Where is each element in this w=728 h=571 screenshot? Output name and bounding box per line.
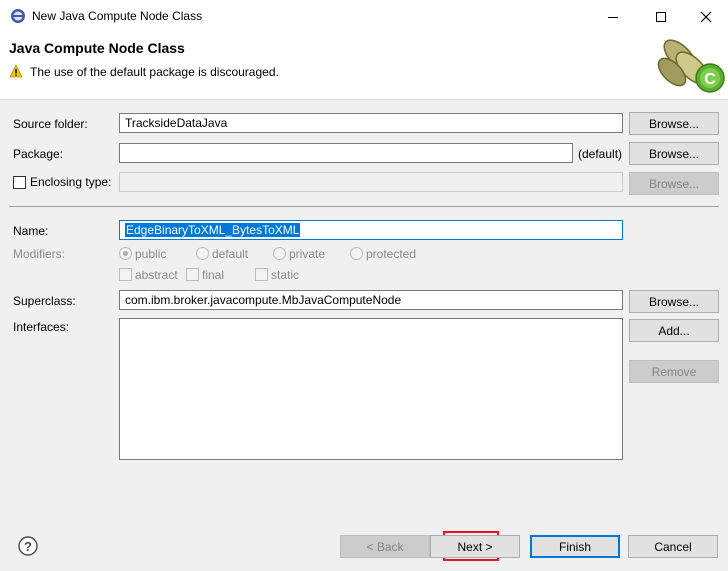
- modifier-public-label: public: [135, 247, 167, 261]
- remove-interface-button: Remove: [629, 360, 719, 383]
- name-input-selection: EdgeBinaryToXML_BytesToXML: [125, 223, 301, 237]
- source-folder-input[interactable]: TracksideDataJava: [119, 113, 623, 133]
- package-browse-button[interactable]: Browse...: [629, 142, 719, 165]
- source-folder-browse-button[interactable]: Browse...: [629, 112, 719, 135]
- modifier-abstract-label: abstract: [135, 268, 178, 282]
- maximize-button[interactable]: [638, 2, 683, 31]
- next-button[interactable]: Next >: [430, 535, 520, 558]
- svg-text:?: ?: [24, 539, 32, 554]
- package-label: Package:: [13, 147, 64, 161]
- finish-button[interactable]: Finish: [530, 535, 620, 558]
- modifier-static-checkbox: [255, 268, 268, 281]
- modifier-protected-label: protected: [366, 247, 417, 261]
- help-button[interactable]: ?: [18, 536, 38, 556]
- java-class-wizard-icon: C: [650, 34, 728, 100]
- superclass-label: Superclass:: [13, 294, 76, 308]
- separator: [9, 206, 719, 207]
- modifier-final-label: final: [202, 268, 225, 282]
- modifier-public-radio: [119, 247, 132, 260]
- enclosing-type-input: [119, 172, 623, 192]
- name-input[interactable]: EdgeBinaryToXML_BytesToXML: [119, 220, 623, 240]
- enclosing-type-label: Enclosing type:: [30, 175, 112, 189]
- add-interface-button[interactable]: Add...: [629, 319, 719, 342]
- close-icon: [700, 11, 711, 22]
- modifier-default-radio: [196, 247, 209, 260]
- back-button: < Back: [340, 535, 430, 558]
- superclass-browse-button[interactable]: Browse...: [629, 290, 719, 313]
- source-folder-label: Source folder:: [13, 117, 88, 131]
- warning-icon: [9, 64, 23, 78]
- interfaces-label: Interfaces:: [13, 320, 70, 334]
- interfaces-list[interactable]: [119, 318, 623, 460]
- enclosing-type-browse-button: Browse...: [629, 172, 719, 195]
- modifier-default-label: default: [212, 247, 249, 261]
- modifiers-label: Modifiers:: [13, 247, 66, 261]
- help-icon: ?: [18, 536, 38, 556]
- enclosing-type-checkbox[interactable]: [13, 176, 26, 189]
- wizard-title: Java Compute Node Class: [9, 40, 185, 56]
- superclass-input[interactable]: com.ibm.broker.javacompute.MbJavaCompute…: [119, 290, 623, 310]
- modifier-protected-radio: [350, 247, 363, 260]
- package-default-label: (default): [578, 147, 623, 161]
- modifier-static-label: static: [271, 268, 300, 282]
- minimize-icon: [607, 16, 618, 18]
- eclipse-icon: [10, 8, 26, 24]
- modifier-final-checkbox: [186, 268, 199, 281]
- window-title: New Java Compute Node Class: [32, 9, 203, 23]
- maximize-icon: [655, 11, 666, 22]
- package-input[interactable]: [119, 143, 573, 163]
- cancel-button[interactable]: Cancel: [628, 535, 718, 558]
- svg-text:C: C: [704, 71, 716, 88]
- close-button[interactable]: [683, 2, 728, 31]
- modifier-abstract-checkbox: [119, 268, 132, 281]
- minimize-button[interactable]: [590, 2, 635, 31]
- modifier-private-radio: [273, 247, 286, 260]
- name-label: Name:: [13, 224, 49, 238]
- wizard-message: The use of the default package is discou…: [30, 65, 279, 79]
- modifier-private-label: private: [289, 247, 326, 261]
